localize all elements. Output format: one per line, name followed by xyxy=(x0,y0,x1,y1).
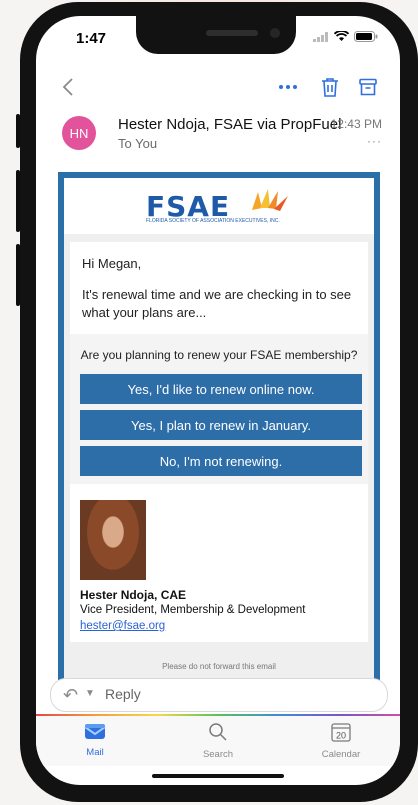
signature-name: Hester Ndoja, CAE xyxy=(80,588,187,602)
signal-icon xyxy=(313,31,328,42)
more-options-button[interactable] xyxy=(276,74,300,100)
avatar[interactable]: HN xyxy=(62,116,96,150)
footer-note: Please do not forward this email xyxy=(162,662,276,671)
sender-name[interactable]: Hester Ndoja, FSAE via PropFuel xyxy=(118,116,341,133)
back-button[interactable] xyxy=(58,74,78,100)
signature-photo xyxy=(80,500,146,580)
intro-text: It's renewal time and we are checking in… xyxy=(82,287,352,320)
not-renewing-button[interactable]: No, I'm not renewing. xyxy=(80,446,362,476)
mail-icon xyxy=(84,724,106,739)
reply-icon: ↶ xyxy=(63,685,79,705)
trash-icon xyxy=(322,78,338,97)
tab-mail-label: Mail xyxy=(86,747,104,758)
survey-section: Are you planning to renew your FSAE memb… xyxy=(70,334,368,484)
notch xyxy=(136,16,296,54)
volume-down-button xyxy=(16,244,20,306)
tab-mail[interactable]: Mail xyxy=(50,722,140,758)
tab-bar: Mail Search 20 Calendar xyxy=(36,716,400,766)
tab-calendar-label: Calendar xyxy=(321,749,361,760)
tab-search-label: Search xyxy=(202,749,234,760)
email-card: Hi Megan, It's renewal time and we are c… xyxy=(70,242,368,642)
calendar-day: 20 xyxy=(336,731,346,741)
message-details-button[interactable]: ··· xyxy=(367,134,382,148)
search-icon xyxy=(209,723,227,741)
camera xyxy=(270,28,280,38)
status-icons xyxy=(313,31,378,42)
tab-search[interactable]: Search xyxy=(173,722,263,760)
renew-january-button[interactable]: Yes, I plan to renew in January. xyxy=(80,410,362,440)
more-horizontal-icon xyxy=(279,85,297,89)
reply-label: Reply xyxy=(105,686,141,702)
fsae-logo-subtitle: FLORIDA SOCIETY OF ASSOCIATION EXECUTIVE… xyxy=(146,218,280,224)
message-time: 12:43 PM xyxy=(330,117,382,131)
reply-bar[interactable]: ↶ ▼ Reply xyxy=(50,678,388,712)
sunburst-icon xyxy=(252,189,288,211)
wifi-icon xyxy=(334,31,349,41)
delete-button[interactable] xyxy=(318,74,342,100)
chevron-down-icon[interactable]: ▼ xyxy=(85,688,95,699)
chevron-left-icon xyxy=(62,78,73,96)
recipient-line[interactable]: To You xyxy=(118,136,157,151)
greeting: Hi Megan, xyxy=(82,256,142,271)
logo-banner: FSAE FLORIDA SOCIETY OF ASSOCIATION EXEC… xyxy=(64,178,374,234)
message-toolbar xyxy=(36,68,400,108)
signature-title: Vice President, Membership & Development xyxy=(80,604,306,616)
archive-icon xyxy=(359,78,377,96)
volume-up-button xyxy=(16,170,20,232)
mute-switch xyxy=(16,114,20,148)
battery-icon xyxy=(354,31,378,42)
email-body: FSAE FLORIDA SOCIETY OF ASSOCIATION EXEC… xyxy=(58,172,380,692)
archive-button[interactable] xyxy=(356,74,380,100)
survey-question: Are you planning to renew your FSAE memb… xyxy=(80,348,358,362)
status-time: 1:47 xyxy=(76,30,107,47)
signature-email-link[interactable]: hester@fsae.org xyxy=(80,620,165,632)
message-header: HN Hester Ndoja, FSAE via PropFuel To Yo… xyxy=(36,110,400,160)
tab-calendar[interactable]: 20 Calendar xyxy=(296,722,386,760)
calendar-icon: 20 xyxy=(331,723,351,742)
email-content: FSAE FLORIDA SOCIETY OF ASSOCIATION EXEC… xyxy=(64,178,374,692)
phone-screen: 1:47 HN Hester Ndoja, FSAE via PropFuel … xyxy=(36,16,400,785)
renew-online-button[interactable]: Yes, I'd like to renew online now. xyxy=(80,374,362,404)
home-indicator[interactable] xyxy=(152,774,284,778)
speaker-grille xyxy=(206,30,258,36)
